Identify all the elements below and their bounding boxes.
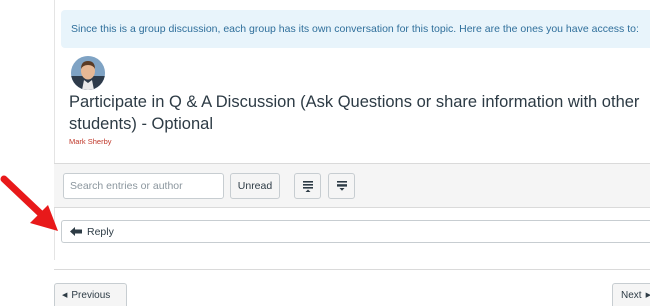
discussion-content: Since this is a group discussion, each g… [54,0,650,306]
previous-button[interactable]: ◀ Previous [54,283,127,306]
previous-label: Previous [71,289,111,301]
expand-threads-icon [336,181,347,191]
section-divider [54,269,650,270]
chevron-right-icon: ▶ [645,292,650,299]
reply-label: Reply [87,225,114,238]
author-name[interactable]: Mark Sherby [69,137,112,146]
next-button[interactable]: Next ▶ [612,283,650,306]
red-pointer-arrow-icon [0,175,58,231]
topic-title: Participate in Q & A Discussion (Ask Que… [69,93,640,133]
search-entries-input[interactable] [63,173,224,199]
chevron-left-icon: ◀ [62,292,68,299]
avatar-photo [71,56,105,90]
unread-filter-button[interactable]: Unread [230,173,280,199]
author-avatar[interactable] [71,56,105,90]
banner-text: Since this is a group discussion, each g… [71,23,639,35]
discussion-toolbar: Unread [54,163,650,208]
next-label: Next [621,289,642,301]
reply-button[interactable]: Reply [61,220,650,243]
reply-arrow-icon [70,227,82,236]
collapse-threads-button[interactable] [294,173,321,199]
expand-threads-button[interactable] [328,173,355,199]
collapse-threads-icon [302,181,313,192]
group-discussion-banner: Since this is a group discussion, each g… [61,10,650,48]
